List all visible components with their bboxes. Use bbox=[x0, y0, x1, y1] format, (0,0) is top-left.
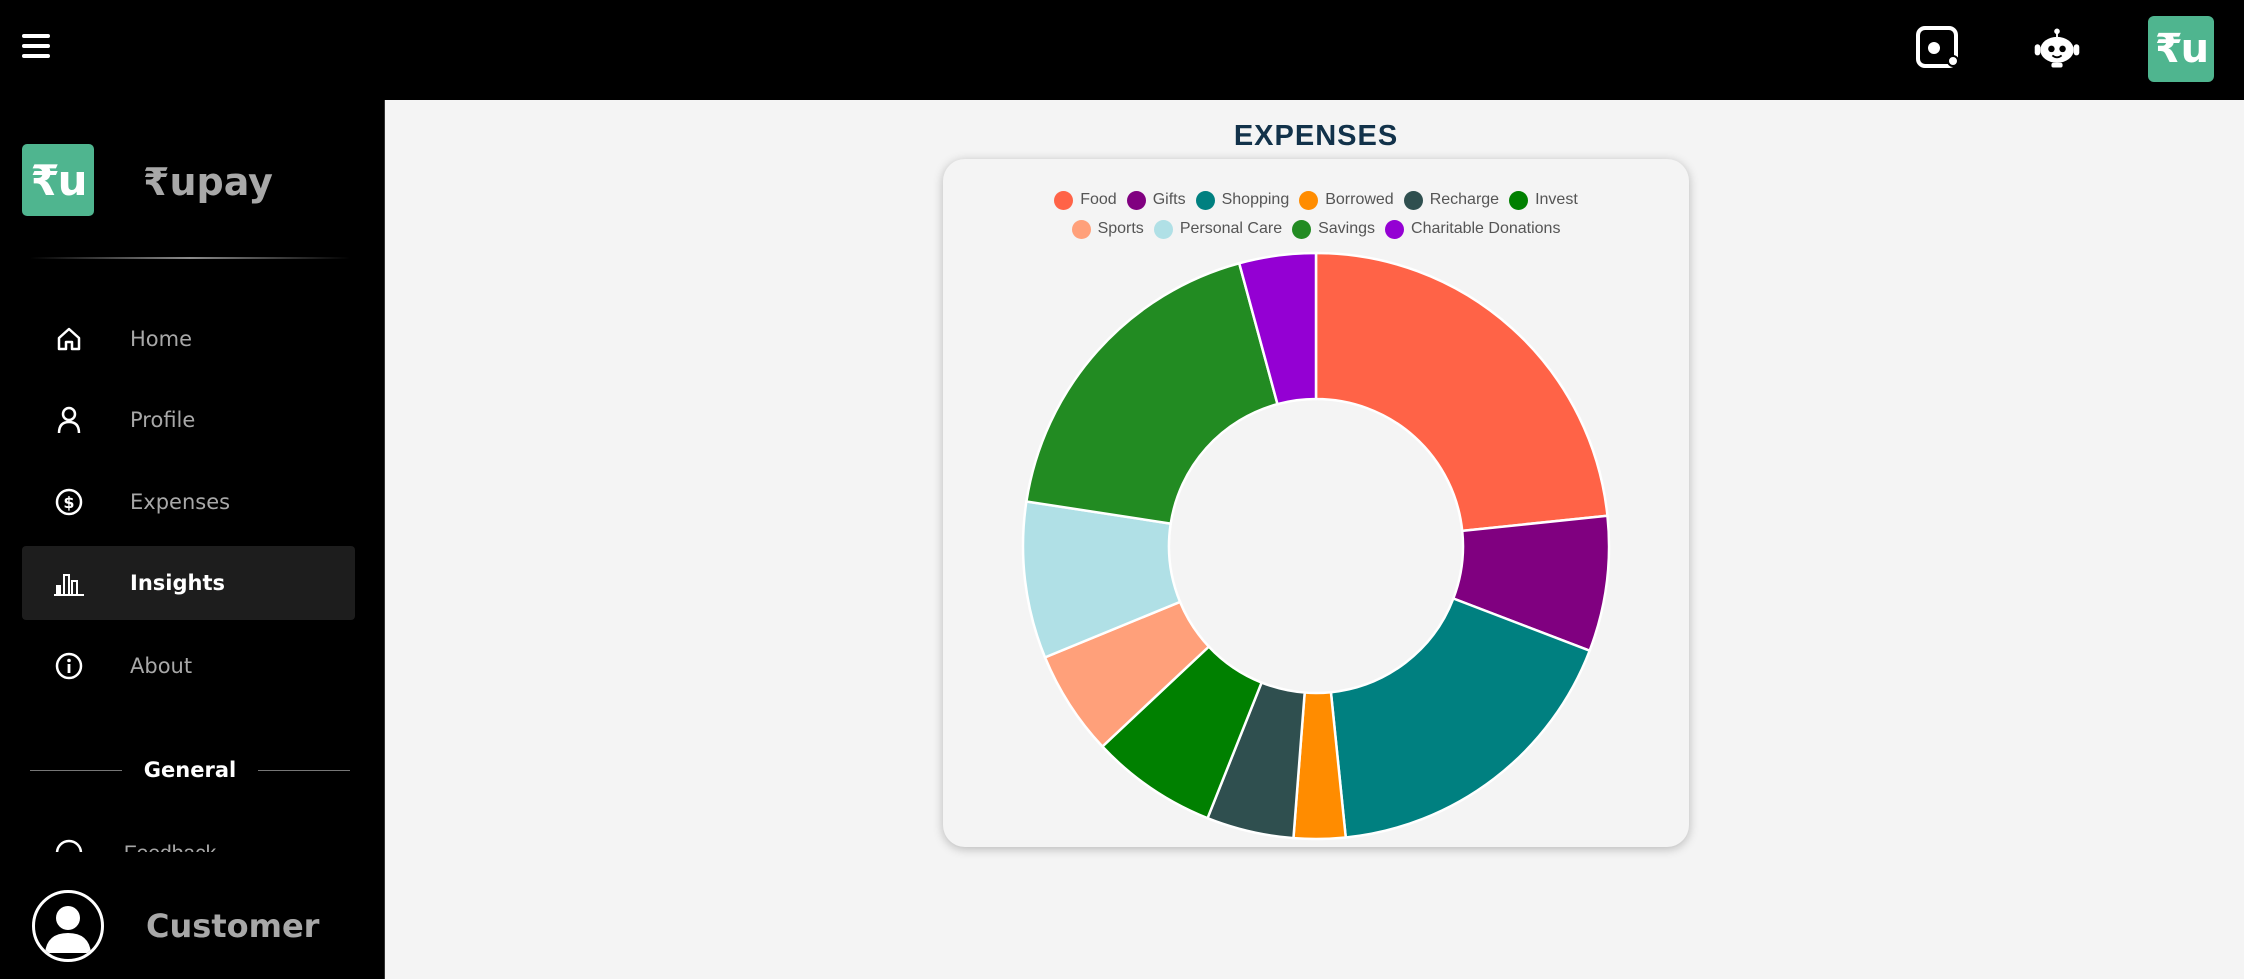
section-label: General bbox=[143, 758, 237, 782]
info-icon bbox=[54, 651, 84, 681]
sidebar-item-label: About bbox=[130, 654, 193, 678]
user-profile[interactable]: Customer bbox=[0, 870, 384, 979]
donut-chart bbox=[1021, 251, 1611, 841]
profile-icon bbox=[54, 405, 84, 435]
sidebar-item-profile[interactable]: Profile bbox=[22, 383, 355, 457]
bar-chart-icon bbox=[54, 568, 84, 598]
page-title: EXPENSES bbox=[1233, 120, 1399, 152]
dollar-circle-icon: $ bbox=[54, 487, 84, 517]
sidebar-item-insights[interactable]: Insights bbox=[22, 546, 355, 620]
section-divider-general: General bbox=[30, 755, 350, 785]
sidebar-item-home[interactable]: Home bbox=[22, 302, 355, 376]
top-bar: ₹u bbox=[0, 0, 2244, 100]
hamburger-menu-icon[interactable] bbox=[22, 34, 54, 64]
chatbot-icon[interactable] bbox=[2031, 22, 2083, 74]
sidebar: ₹u ₹upay Home Profile $ Expenses Insight… bbox=[0, 100, 385, 979]
svg-text:$: $ bbox=[63, 493, 74, 512]
chart-card: Food Gifts Shopping Borrowed Recharge Invest S… bbox=[943, 159, 1689, 847]
avatar[interactable] bbox=[32, 890, 104, 962]
sidebar-item-label: Insights bbox=[130, 571, 225, 595]
user-name: Customer bbox=[146, 907, 320, 945]
divider bbox=[30, 257, 350, 259]
brand-logo[interactable]: ₹u bbox=[22, 144, 94, 216]
donut-slice-savings[interactable] bbox=[1024, 261, 1280, 526]
feedback-icon bbox=[55, 839, 83, 852]
sidebar-item-label: Feedback bbox=[124, 838, 216, 852]
sidebar-item-feedback[interactable]: Feedback bbox=[54, 838, 354, 852]
sidebar-item-label: Home bbox=[130, 327, 193, 351]
app-logo[interactable]: ₹u bbox=[2148, 16, 2214, 82]
sidebar-item-expenses[interactable]: $ Expenses bbox=[22, 465, 355, 539]
sidebar-item-about[interactable]: About bbox=[22, 629, 355, 703]
home-icon bbox=[54, 324, 84, 354]
donut-slice-food[interactable] bbox=[1314, 251, 1609, 533]
sidebar-item-label: Profile bbox=[130, 408, 196, 432]
sidebar-item-label: Expenses bbox=[130, 490, 231, 514]
brand-name: ₹upay bbox=[143, 160, 273, 204]
scan-icon[interactable] bbox=[1912, 22, 1964, 74]
